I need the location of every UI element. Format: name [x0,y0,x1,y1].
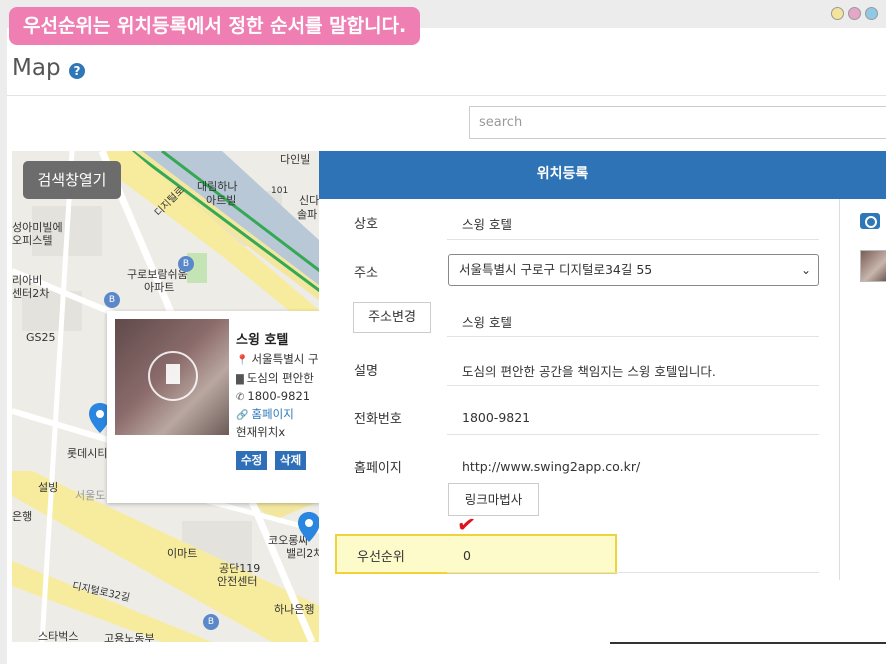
priority-label: 우선순위 [357,550,405,565]
hotel-photo [115,319,229,435]
map-label: 이마트 [167,547,198,560]
homepage-value[interactable]: http://www.swing2app.co.kr/ [462,459,640,474]
address-label: 주소 [354,266,378,281]
bus-stop-icon[interactable]: B [178,256,194,272]
map-label: 고용노동부 [104,632,155,642]
map-label: 설빙 [38,481,59,494]
delete-button[interactable]: 삭제 [275,451,307,470]
panel-title: 위치등록 [319,151,886,199]
camera-icon[interactable] [860,213,880,229]
bus-stop-icon[interactable]: B [104,292,120,308]
change-address-button[interactable]: 주소변경 [353,302,431,333]
window-controls [831,7,878,20]
address-select[interactable]: 서울특별시 구로구 디지털로34길 55 ⌄ [448,254,819,286]
card-homepage[interactable]: 🔗 홈페이지 [236,406,324,422]
card-description: ▇ 도심의 편안한 [236,371,314,385]
map-label: 스타벅스 [38,630,79,642]
bottom-edge-line [610,642,886,644]
row-divider [447,336,819,337]
phone-value[interactable]: 1800-9821 [462,410,530,425]
open-search-button[interactable]: 검색창열기 [23,161,121,199]
map-label: 다인빌 [280,153,311,166]
map-label: 안전센터 [217,575,258,588]
map-marker-icon: 📍 [236,355,249,366]
map-label: 아파트 [144,281,175,294]
location-pin-icon[interactable] [298,512,320,542]
row-divider [447,434,819,435]
description-label: 설명 [354,364,378,379]
map-label: 밸리2차 [286,547,320,560]
window-dot-pink[interactable] [848,7,861,20]
link-wizard-button[interactable]: 링크마법사 [448,483,539,516]
phone-icon: ✆ [236,392,245,403]
bus-stop-icon[interactable]: B [203,614,219,630]
map-label: 솔파 [297,208,318,221]
search-input[interactable] [469,106,886,139]
place-info-card[interactable]: 스윙 호텔 📍서울특별시 구로구 ▇도심의 편안한 ✆1800-9821 🔗홈페… [107,311,327,503]
folder-icon: ▇ [236,374,244,385]
location-register-panel: 위치등록 상호 스윙 호텔 주소 서울특별시 구로구 디지털로34길 55 ⌄ … [319,151,886,642]
card-location: 현재위치x [236,425,286,439]
row-divider [447,572,819,573]
tip-banner: 우선순위는 위치등록에서 정한 순서를 말합니다. [9,7,421,45]
row-divider [447,385,819,386]
card-address: 📍서울특별시 구로구 [236,352,324,366]
window-dot-yellow[interactable] [831,7,844,20]
map-label: 서울도 [75,489,106,502]
window-dot-blue[interactable] [865,7,878,20]
page-title: Map [12,55,61,81]
homepage-label: 홈페이지 [354,461,402,476]
chevron-down-icon: ⌄ [800,263,811,277]
address-detail-value[interactable]: 스윙 호텔 [462,312,512,331]
description-value[interactable]: 도심의 편안한 공간을 책임지는 스윙 호텔입니다. [462,361,716,380]
map-label: 101 [271,186,289,196]
panel-divider [839,199,840,580]
phone-label: 전화번호 [354,412,402,427]
map-label: GS25 [26,331,56,344]
title-divider [7,95,886,96]
map-label: 아트빌 [206,194,237,207]
priority-value[interactable]: 0 [463,548,471,563]
map-label: 오피스텔 [12,234,53,247]
link-icon: 🔗 [236,410,249,421]
question-circle-icon[interactable]: ? [69,63,85,79]
name-value[interactable]: 스윙 호텔 [462,214,512,233]
map-label: 은행 [12,510,33,523]
card-place-name: 스윙 호텔 [236,333,289,348]
edit-button[interactable]: 수정 [236,451,268,470]
priority-highlight: 우선순위 0 [335,534,617,574]
name-label: 상호 [354,217,378,232]
map-label: 센터2차 [12,287,50,300]
map-label: 하나은행 [274,603,315,616]
image-thumbnail[interactable] [860,250,886,282]
map-label: 롯데시티 [67,447,108,460]
row-divider [447,239,819,240]
card-phone: ✆ 1800-9821 [236,389,311,403]
